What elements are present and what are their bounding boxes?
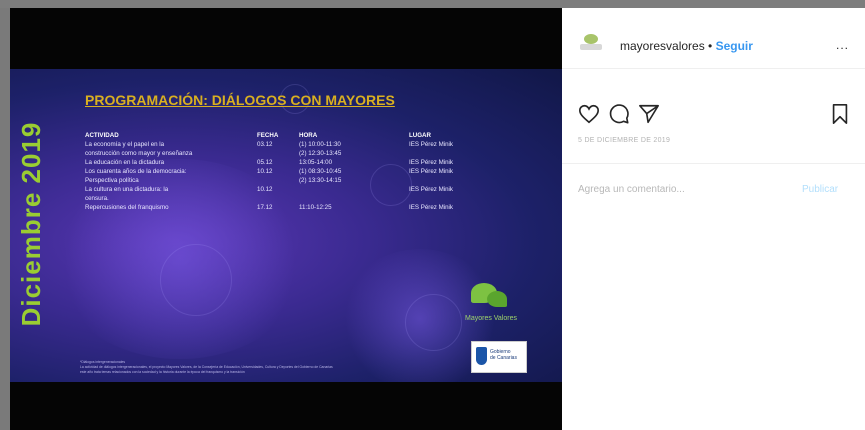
table-cell: 03.12: [257, 141, 273, 148]
column-header: LUGAR: [409, 132, 431, 139]
comment-icon[interactable]: [608, 103, 630, 125]
table-cell: censura.: [85, 195, 109, 202]
table-row: La economía y el papel en la 03.12 (1) 1…: [85, 140, 479, 149]
logo-mark-icon: [471, 279, 511, 313]
table-cell: La cultura en una dictadura: la: [85, 186, 169, 193]
gov-logo-text: Gobierno de Canarias: [490, 349, 517, 361]
slide-footnote: *Diálogos intergeneracionales La activid…: [80, 360, 420, 375]
avatar[interactable]: [578, 30, 608, 56]
slide-heading: PROGRAMACIÓN: DIÁLOGOS CON MAYORES: [85, 92, 395, 108]
table-cell: 17.12: [257, 204, 273, 211]
table-cell: [257, 194, 299, 203]
mayores-valores-logo: Mayores Valores: [465, 279, 519, 322]
table-row: La educación en la dictadura 05.12 13:05…: [85, 158, 479, 167]
table-cell: (2) 12:30-13:45: [299, 150, 342, 157]
table-cell: IES Pérez Minik: [409, 141, 454, 148]
table-cell: [409, 149, 479, 158]
bookmark-icon[interactable]: [830, 103, 850, 125]
slide-vertical-title: Diciembre 2019: [16, 121, 46, 327]
post-media-viewer[interactable]: Diciembre 2019 PROGRAMACIÓN: DIÁLOGOS CO…: [10, 8, 562, 430]
column-header: FECHA: [257, 132, 279, 139]
post-author: mayoresvalores • Seguir: [620, 39, 753, 53]
table-cell: IES Pérez Minik: [409, 186, 454, 193]
decorative-ring: [405, 294, 462, 351]
share-icon[interactable]: [638, 103, 660, 125]
table-cell: IES Pérez Minik: [409, 159, 454, 166]
table-cell: Repercusiones del franquismo: [85, 204, 169, 211]
column-header: ACTIVIDAD: [85, 132, 119, 139]
table-cell: [257, 149, 299, 158]
table-cell: 13:05-14:00: [299, 159, 333, 166]
table-cell: IES Pérez Minik: [409, 204, 454, 211]
more-options-icon[interactable]: ...: [836, 38, 849, 52]
follow-button[interactable]: Seguir: [716, 39, 753, 53]
table-row: Repercusiones del franquismo 17.12 11:10…: [85, 203, 479, 212]
table-cell: 11:10-12:25: [299, 204, 332, 211]
table-cell: [257, 176, 299, 185]
table-cell: construcción como mayor y enseñanza: [85, 150, 193, 157]
post-actions: [578, 103, 850, 129]
table-cell: 05.12: [257, 159, 273, 166]
gov-logo-line: de Canarias: [490, 355, 517, 361]
logo-text: Mayores Valores: [465, 315, 518, 322]
comment-box: Publicar: [562, 163, 865, 214]
schedule-table: ACTIVIDAD FECHA HORA LUGAR La economía y…: [85, 131, 479, 212]
top-frame: [0, 0, 865, 8]
table-cell: [409, 176, 479, 185]
gobierno-canarias-logo: Gobierno de Canarias: [471, 341, 527, 373]
table-row: Los cuarenta años de la democracia: 10.1…: [85, 167, 479, 176]
table-cell: Perspectiva política: [85, 177, 139, 184]
post-date: 5 DE DICIEMBRE DE 2019: [578, 137, 671, 144]
table-cell: (1) 08:30-10:45: [299, 168, 342, 175]
left-frame: [0, 8, 10, 430]
table-cell: Los cuarenta años de la democracia:: [85, 168, 187, 175]
comment-input[interactable]: [578, 181, 788, 197]
column-header: HORA: [299, 132, 318, 139]
table-row: Perspectiva política (2) 13:30-14:15: [85, 176, 479, 185]
table-cell: [299, 194, 409, 203]
table-cell: [299, 185, 409, 194]
table-cell: (2) 13:30-14:15: [299, 177, 342, 184]
post-slide-image: Diciembre 2019 PROGRAMACIÓN: DIÁLOGOS CO…: [10, 69, 562, 382]
table-cell: [409, 194, 479, 203]
post-sidebar: mayoresvalores • Seguir ... 5 DE DICIEMB…: [562, 8, 865, 430]
username-link[interactable]: mayoresvalores: [620, 39, 705, 53]
footnote-line: este año trata temas relacionados con la…: [80, 370, 245, 374]
heart-icon[interactable]: [578, 103, 600, 125]
publish-button[interactable]: Publicar: [802, 184, 838, 195]
table-cell: La economía y el papel en la: [85, 141, 165, 148]
table-cell: 10.12: [257, 186, 273, 193]
table-row: La cultura en una dictadura: la 10.12 IE…: [85, 185, 479, 194]
shield-icon: [476, 347, 487, 365]
separator-dot: •: [708, 39, 713, 53]
table-row: construcción como mayor y enseñanza (2) …: [85, 149, 479, 158]
table-cell: (1) 10:00-11:30: [299, 141, 341, 148]
table-row: censura.: [85, 194, 479, 203]
decorative-ring: [160, 244, 232, 316]
sidebar-empty-area: [562, 214, 865, 430]
table-header-row: ACTIVIDAD FECHA HORA LUGAR: [85, 131, 479, 140]
table-cell: La educación en la dictadura: [85, 159, 165, 166]
post-header: mayoresvalores • Seguir ...: [562, 8, 865, 69]
table-cell: 10.12: [257, 168, 273, 175]
table-cell: IES Pérez Minik: [409, 168, 454, 175]
